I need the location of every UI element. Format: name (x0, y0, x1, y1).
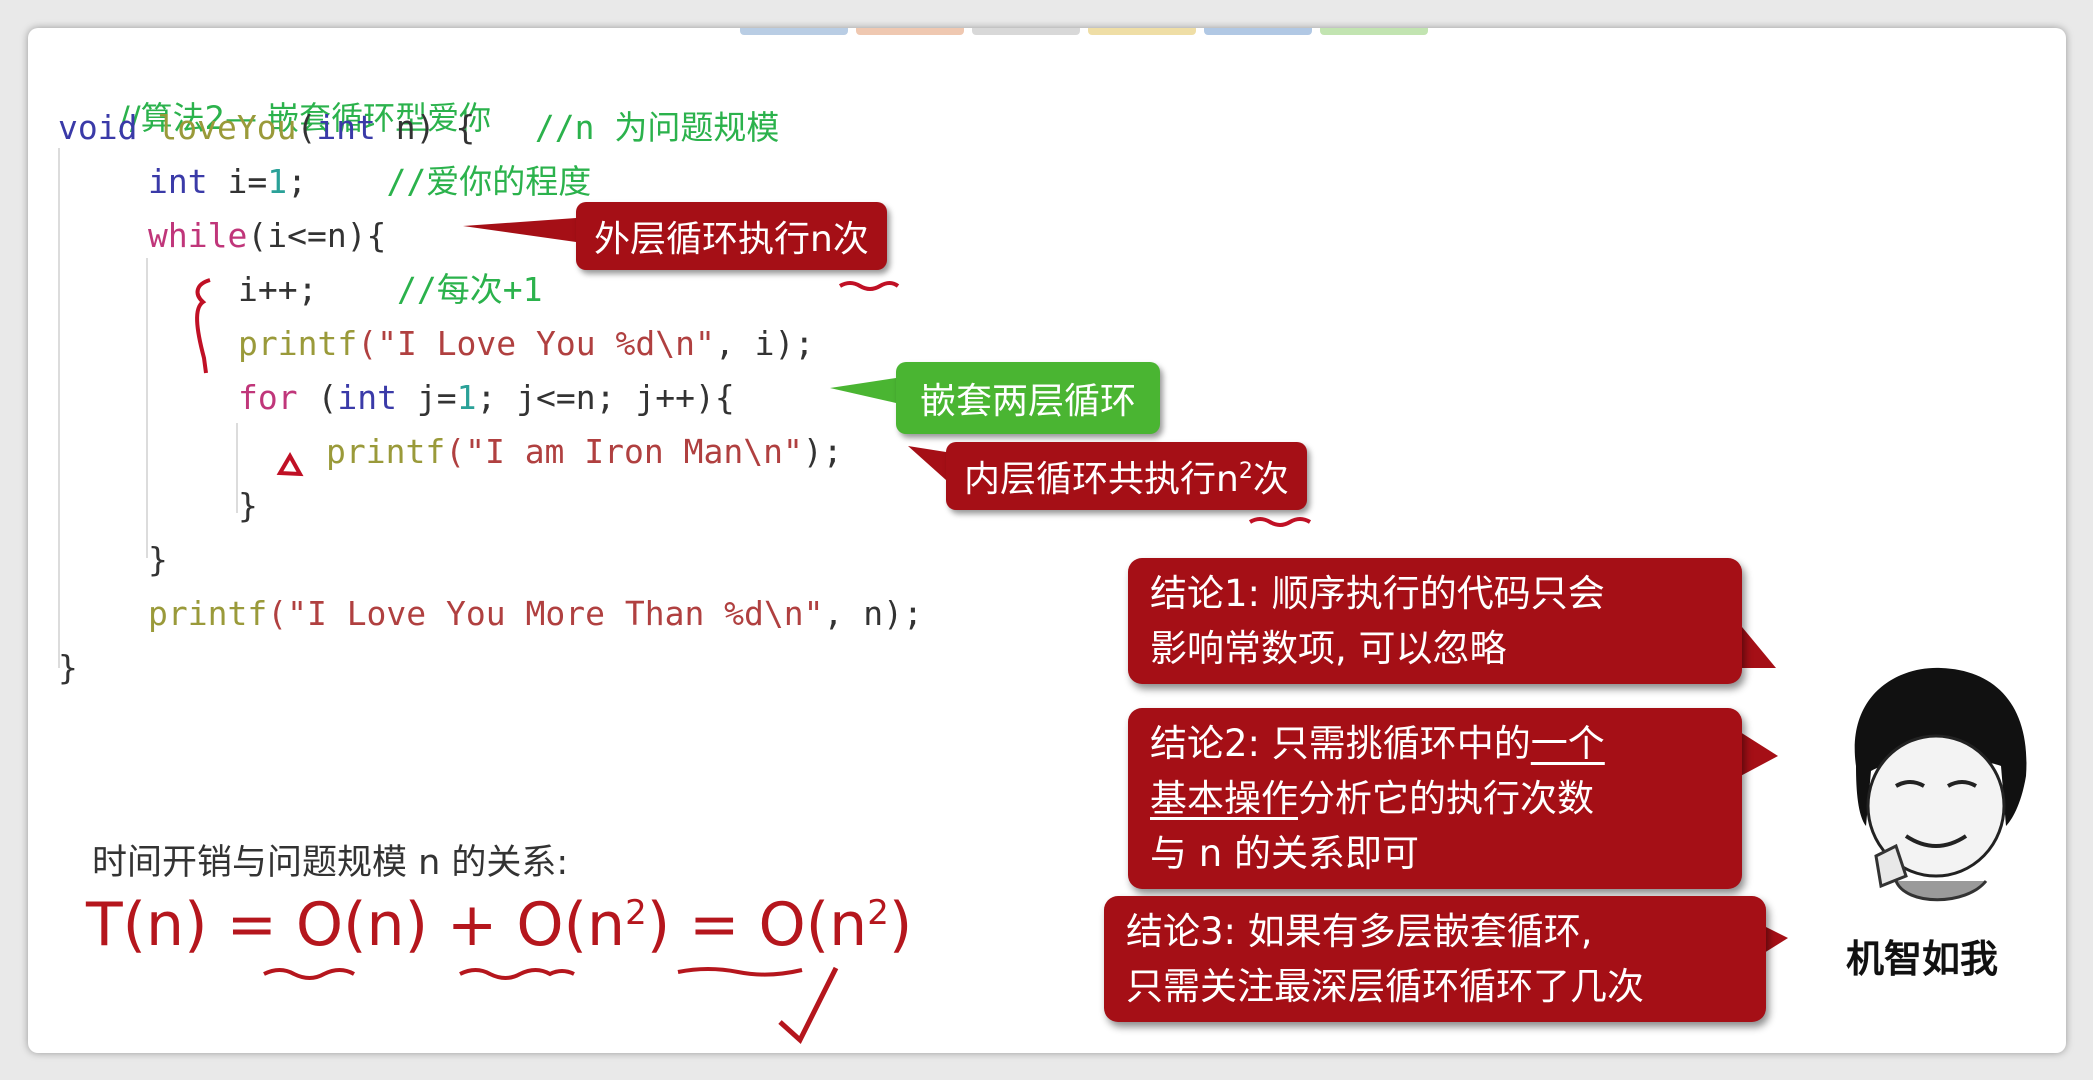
red-brace-mark (195, 278, 211, 374)
conclusion-3: 结论3: 如果有多层嵌套循环, 只需关注最深层循环循环了几次 (1104, 896, 1766, 1022)
squiggle-formula-2 (459, 968, 575, 980)
c2-l1-a: 结论2: 只需挑循环中的 (1150, 722, 1531, 765)
conclusion-2: 结论2: 只需挑循环中的一个 基本操作分析它的执行次数 与 n 的关系即可 (1128, 708, 1742, 889)
formula-sup-1: 2 (625, 893, 647, 933)
conclusion-1-line-2: 影响常数项, 可以忽略 (1150, 627, 1507, 670)
meme-face-icon (1854, 667, 2027, 902)
callout-inner-suffix: 次 (1252, 459, 1289, 500)
formula-part-a: T(n) = O(n) + O(n (86, 890, 626, 960)
tail-inner (908, 446, 946, 480)
callout-inner-loop: 内层循环共执行n2次 (946, 442, 1307, 510)
callout-nested-loops: 嵌套两层循环 (896, 362, 1161, 434)
formula: T(n) = O(n) + O(n2) = O(n2) (86, 890, 912, 960)
squiggle-outer (838, 281, 900, 291)
callout-inner-sup: 2 (1238, 459, 1253, 484)
conclusion-2-line-1: 结论2: 只需挑循环中的一个 (1150, 716, 1720, 771)
c2-l2-b: 分析它的执行次数 (1298, 777, 1594, 820)
c2-l2-a: 基本操作 (1150, 777, 1298, 820)
meme-caption: 机智如我 (1846, 937, 1999, 981)
conclusion-3-line-1: 结论3: 如果有多层嵌套循环, (1126, 910, 1593, 953)
callout-nested-text: 嵌套两层循环 (920, 381, 1137, 422)
conclusion-2-line-3: 与 n 的关系即可 (1150, 832, 1419, 875)
conclusion-3-line-2: 只需关注最深层循环循环了几次 (1126, 965, 1644, 1008)
relation-label: 时间开销与问题规模 n 的关系: (92, 843, 569, 883)
tail-nested (830, 378, 896, 403)
underline-formula-3 (677, 967, 803, 977)
slide: //算法2— 嵌套循环型爱你 void loveYou(int n) { //n… (28, 28, 2066, 1053)
conclusion-2-line-2: 基本操作分析它的执行次数 (1150, 771, 1720, 826)
squiggle-inner (1248, 517, 1312, 527)
callout-outer-loop-text: 外层循环执行n次 (594, 219, 869, 260)
red-triangle-mark (276, 451, 304, 477)
callout-inner-prefix: 内层循环共执行n (964, 459, 1239, 500)
conclusion-1-line-1: 结论1: 顺序执行的代码只会 (1150, 572, 1605, 615)
formula-sup-2: 2 (867, 893, 889, 933)
conclusion-1: 结论1: 顺序执行的代码只会 影响常数项, 可以忽略 (1128, 558, 1742, 684)
tail-outer (463, 218, 576, 242)
formula-part-b: ) = O(n (646, 890, 868, 960)
squiggle-formula-1 (263, 968, 355, 980)
callout-outer-loop: 外层循环执行n次 (576, 202, 887, 270)
c2-l1-b: 一个 (1530, 722, 1605, 765)
check-mark (778, 966, 839, 1045)
formula-part-c: ) (888, 890, 913, 960)
